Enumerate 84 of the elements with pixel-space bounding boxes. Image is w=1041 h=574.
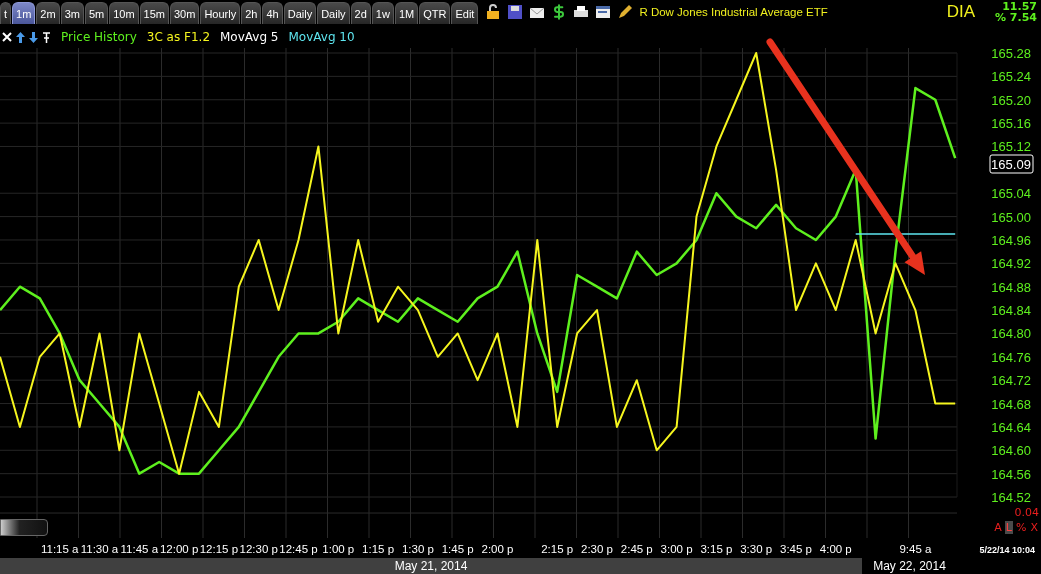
timeframe-tab[interactable]: 2m <box>36 2 60 24</box>
timeframe-tab[interactable]: 10m <box>109 2 139 24</box>
axis-tick-label: 164.72 <box>991 373 1031 389</box>
legend-label[interactable]: 3C as F1.2 <box>146 30 210 44</box>
date-label: May 22, 2014 <box>873 559 946 573</box>
scale-option[interactable]: A <box>993 521 1003 534</box>
timeframe-tab[interactable]: 5m <box>84 2 109 24</box>
timeframe-tab[interactable]: 2h <box>241 2 262 24</box>
timeframe-tab[interactable]: 4h <box>262 2 283 24</box>
axis-tick-label: 165.28 <box>991 46 1031 61</box>
up-arrow-icon[interactable] <box>16 31 25 43</box>
time-axis-label: 2:15 p <box>541 543 574 555</box>
timeframe-tab[interactable]: Hourly <box>200 2 241 24</box>
time-axis-label: 1:15 p <box>362 543 395 555</box>
padlock-icon[interactable] <box>485 4 502 20</box>
percent-change: % 7.54 <box>995 12 1037 23</box>
legend-label[interactable]: MovAvg 5 <box>220 30 279 44</box>
time-axis-label: 2:00 p <box>481 543 514 555</box>
legend-label[interactable]: Price History <box>61 30 137 44</box>
timeframe-tab[interactable]: 2d <box>350 2 371 24</box>
time-axis-label: 1:00 p <box>322 543 355 555</box>
scale-option[interactable]: % <box>1015 521 1028 534</box>
time-axis-label: 12:30 p <box>239 543 278 555</box>
timestamp: 5/22/14 10:04 <box>979 545 1035 555</box>
time-axis-label: 12:45 p <box>279 543 318 555</box>
axis-tick-label: 164.92 <box>991 256 1031 272</box>
pencil-icon[interactable] <box>617 4 634 20</box>
ticker-symbol: DIA <box>946 1 975 23</box>
time-axis-label: 2:30 p <box>581 543 613 555</box>
timeframe-tab[interactable]: 30m <box>170 2 200 24</box>
axis-tick-label: 164.76 <box>991 349 1031 365</box>
timeframe-tab[interactable]: 3m <box>60 2 84 24</box>
scale-option[interactable]: X <box>1029 521 1039 534</box>
time-axis-label: 3:30 p <box>740 543 773 555</box>
save-icon[interactable] <box>507 4 524 20</box>
timeframe-tab[interactable]: 1w <box>371 2 394 24</box>
axis-tick-label: 164.96 <box>991 232 1031 248</box>
date-label: May 21, 2014 <box>394 559 468 573</box>
time-axis-label: 3:45 p <box>780 543 812 555</box>
timeframe-tab[interactable]: t <box>0 2 12 24</box>
price-change: 11.57 <box>1002 1 1037 12</box>
axis-tick-label: 164.60 <box>991 443 1031 459</box>
pin-icon[interactable] <box>42 31 51 43</box>
last-price: 165.09 <box>989 154 1034 174</box>
axis-tick-label: 165.00 <box>991 209 1031 225</box>
legend-label[interactable]: MovAvg 10 <box>288 30 355 44</box>
axis-tick-label: 164.80 <box>991 326 1031 342</box>
axis-tick-label: 164.84 <box>991 303 1031 319</box>
timeframe-tab[interactable]: Daily <box>283 2 317 24</box>
down-arrow-icon[interactable] <box>29 31 38 43</box>
axis-tick-label: 164.64 <box>991 419 1031 435</box>
timeframe-tab[interactable]: Daily <box>317 2 350 24</box>
time-axis-label: 11:45 a <box>120 543 159 555</box>
timeframe-tab[interactable]: 1m <box>12 2 36 24</box>
axis-tick-label: 164.88 <box>991 279 1031 295</box>
timeframe-tab[interactable]: Edit <box>451 2 479 24</box>
time-axis-label: 1:45 p <box>441 543 474 555</box>
scroll-handle[interactable] <box>0 519 48 536</box>
time-axis-label: 12:15 p <box>199 543 239 555</box>
axis-tick-label: 165.04 <box>991 186 1031 202</box>
axis-tick-label: 164.52 <box>991 490 1031 506</box>
axis-tick-label: 164.68 <box>991 396 1031 412</box>
axis-tick-label: 165.12 <box>991 139 1031 155</box>
time-axis-label: 4:00 p <box>819 543 852 555</box>
time-axis-label: 9:45 a <box>899 543 932 555</box>
time-axis-label: 3:00 p <box>660 543 693 555</box>
scale-value: 0.04 <box>1014 506 1039 519</box>
time-axis-label: 11:15 a <box>40 543 79 555</box>
axis-tick-label: 165.24 <box>991 69 1031 85</box>
axis-tick-label: 165.20 <box>991 92 1031 108</box>
timeframe-tab[interactable]: 15m <box>139 2 169 24</box>
time-axis-label: 3:15 p <box>700 543 733 555</box>
printer-icon[interactable] <box>573 4 590 20</box>
timeframe-tab[interactable]: 1M <box>394 2 419 24</box>
instrument-name: R Dow Jones Industrial Average ETF <box>639 5 828 20</box>
axis-tick-label: 164.56 <box>991 466 1031 482</box>
time-axis-label: 2:45 p <box>620 543 653 555</box>
time-axis-label: 11:30 a <box>80 543 119 555</box>
axis-tick-label: 165.16 <box>991 116 1031 132</box>
time-axis-label: 12:00 p <box>159 543 199 555</box>
close-icon[interactable] <box>2 32 12 42</box>
timeframe-tab[interactable]: QTR <box>419 2 451 24</box>
form-icon[interactable] <box>595 4 612 20</box>
time-axis-label: 1:30 p <box>401 543 434 555</box>
